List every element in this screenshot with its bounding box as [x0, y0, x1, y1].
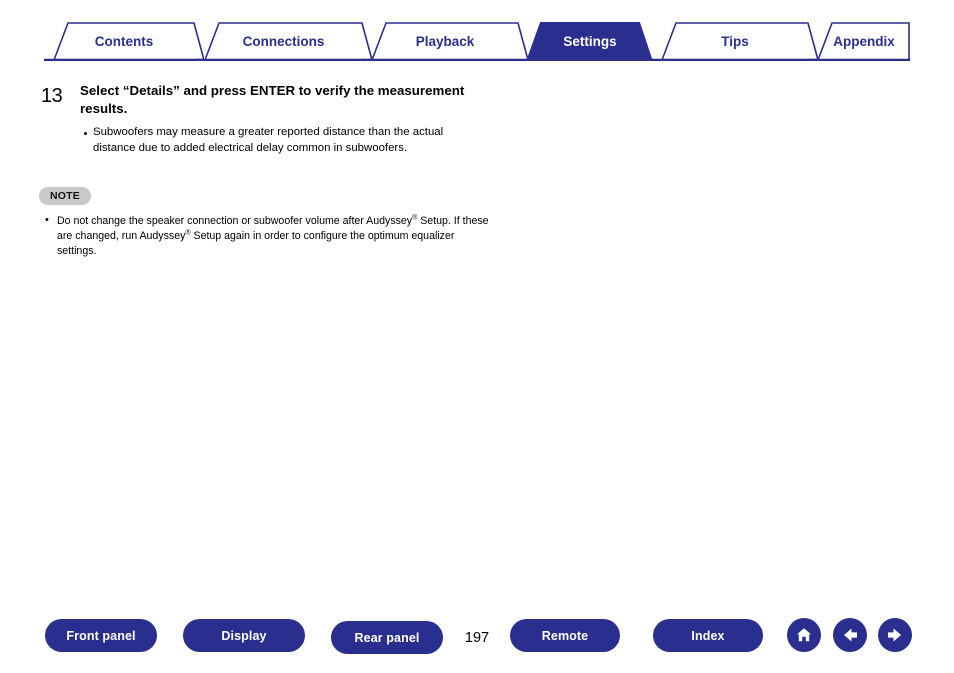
- tab-playback[interactable]: Playback: [362, 22, 528, 61]
- arrow-right-icon: [888, 628, 901, 642]
- note-text: Do not change the speaker connection or …: [39, 213, 489, 259]
- next-page-button[interactable]: [878, 618, 912, 652]
- arrow-left-icon: [844, 628, 857, 642]
- step-number: 13: [41, 85, 63, 107]
- tab-contents[interactable]: Contents: [44, 22, 204, 61]
- previous-page-button[interactable]: [833, 618, 867, 652]
- note-text-part1: Do not change the speaker connection or …: [57, 215, 413, 227]
- tab-label: Settings: [563, 33, 617, 49]
- step-title: Select “Details” and press ENTER to veri…: [80, 83, 465, 116]
- tab-tips[interactable]: Tips: [652, 22, 818, 61]
- footer-button-front-panel[interactable]: Front panel: [45, 619, 157, 652]
- tab-label: Connections: [242, 33, 325, 49]
- tab-label: Contents: [94, 33, 154, 49]
- home-icon: [797, 628, 811, 642]
- tab-appendix[interactable]: Appendix: [808, 22, 910, 61]
- tab-settings[interactable]: Settings: [518, 22, 662, 61]
- note-block: NOTE Do not change the speaker connectio…: [39, 186, 489, 259]
- footer-button-label: Front panel: [66, 628, 136, 643]
- step-block: 13 Select “Details” and press ENTER to v…: [41, 82, 471, 157]
- step-bullet-list: Subwoofers may measure a greater reporte…: [80, 125, 471, 156]
- footer-button-remote[interactable]: Remote: [510, 619, 620, 652]
- page-number: 197: [464, 630, 490, 646]
- list-item: Subwoofers may measure a greater reporte…: [80, 125, 471, 156]
- tab-label: Playback: [415, 33, 475, 49]
- footer-button-label: Display: [221, 628, 267, 643]
- footer-button-index[interactable]: Index: [653, 619, 763, 652]
- tab-label: Appendix: [833, 33, 895, 49]
- top-tab-bar: Contents Connections Playback Settings T…: [44, 22, 910, 61]
- note-badge: NOTE: [39, 187, 91, 205]
- footer-bar: Front panel Display Rear panel 197 Remot…: [0, 612, 954, 673]
- tab-label: Tips: [721, 33, 749, 49]
- tab-connections[interactable]: Connections: [195, 22, 372, 61]
- footer-button-label: Index: [691, 628, 725, 643]
- footer-button-label: Remote: [541, 628, 589, 643]
- home-button[interactable]: [787, 618, 821, 652]
- footer-button-rear-panel[interactable]: Rear panel: [331, 621, 443, 654]
- footer-button-label: Rear panel: [354, 630, 420, 645]
- footer-button-display[interactable]: Display: [183, 619, 305, 652]
